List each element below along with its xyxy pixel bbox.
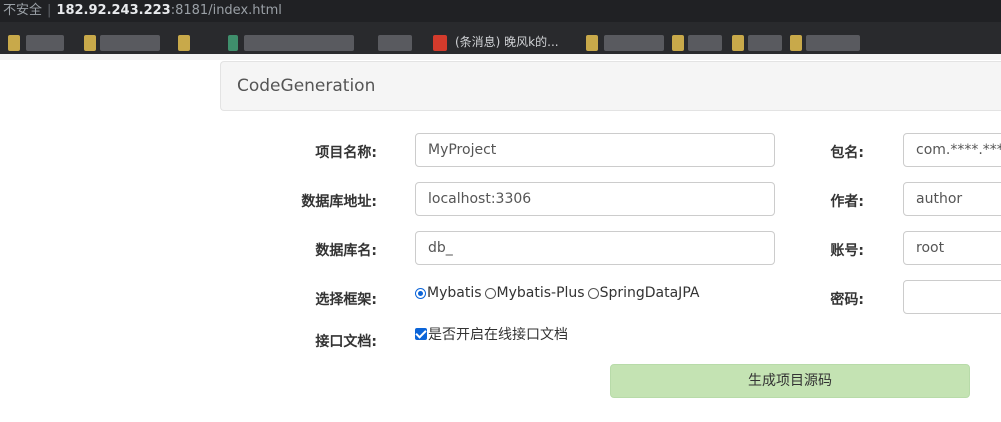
bookmark-blurred[interactable] [688,35,722,51]
db-name-input[interactable] [415,231,775,265]
db-name-label: 数据库名: [315,243,377,259]
generate-source-button[interactable]: 生成项目源码 [610,364,970,398]
panel-header: CodeGeneration [220,61,1001,111]
not-secure-label[interactable]: 不安全 [0,3,42,18]
page-title: CodeGeneration [237,76,376,96]
url-path: :8181/index.html [170,3,282,18]
bookmarks-bar: (条消息) 晚风k的... [0,22,1001,60]
bookmark-blurred[interactable] [244,35,354,51]
project-name-input[interactable] [415,133,775,167]
author-label: 作者: [830,194,864,210]
db-address-label: 数据库地址: [301,194,377,210]
bookmark-blurred[interactable] [100,35,160,51]
bookmark-blurred[interactable] [806,35,860,51]
bookmark-label[interactable]: (条消息) 晚风k的... [455,33,559,50]
url-host: 182.92.243.223 [56,3,171,18]
checkbox-checked-icon[interactable] [415,328,427,340]
framework-option-springdatajpa[interactable]: SpringDataJPA [587,285,699,301]
bookmark-folder-icon[interactable] [732,35,744,51]
bookmark-folder-icon[interactable] [178,35,190,51]
account-label: 账号: [830,243,864,259]
api-doc-label: 接口文档: [315,334,377,350]
bookmarks-bottom-edge [0,54,1001,60]
author-input[interactable] [903,182,1001,216]
framework-radio-group: Mybatis Mybatis-Plus SpringDataJPA [415,284,702,302]
bookmark-blurred[interactable] [26,35,64,51]
bookmark-folder-icon[interactable] [586,35,598,51]
bookmark-blurred[interactable] [378,35,412,51]
browser-address-bar[interactable]: 不安全 | 182.92.243.223:8181/index.html [0,0,1001,22]
radio-selected-icon[interactable] [415,287,426,299]
bookmark-blurred[interactable] [748,35,782,51]
password-input[interactable] [903,280,1001,314]
package-label: 包名: [830,145,864,161]
api-doc-checkbox[interactable]: 是否开启在线接口文档 [415,325,568,343]
address-separator: | [47,3,52,18]
bookmark-folder-icon[interactable] [672,35,684,51]
framework-label: 选择框架: [315,292,377,308]
radio-empty-icon[interactable] [484,287,496,299]
bookmark-folder-icon[interactable] [84,35,96,51]
bookmark-blurred[interactable] [604,35,664,51]
package-input[interactable] [903,133,1001,167]
db-address-input[interactable] [415,182,775,216]
bookmark-site-icon[interactable] [228,35,238,51]
account-input[interactable] [903,231,1001,265]
password-label: 密码: [830,292,864,308]
bookmark-folder-icon[interactable] [790,35,802,51]
api-doc-checkbox-label: 是否开启在线接口文档 [428,327,568,343]
framework-option-mybatis-plus[interactable]: Mybatis-Plus [484,285,585,301]
radio-empty-icon[interactable] [587,287,599,299]
framework-option-mybatis[interactable]: Mybatis [415,285,482,301]
bookmark-folder-icon[interactable] [8,35,20,51]
csdn-bookmark-icon[interactable] [433,35,447,51]
project-name-label: 项目名称: [315,145,377,161]
